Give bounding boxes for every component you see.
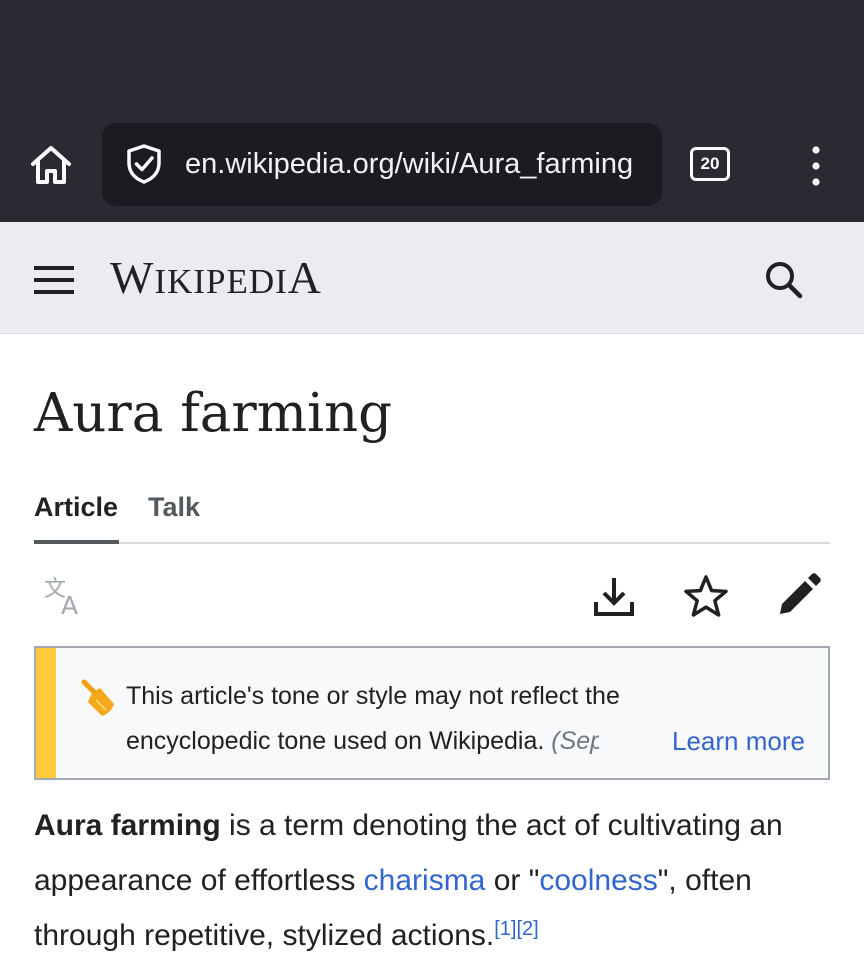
lead-paragraph: Aura farming is a term denoting the act … xyxy=(34,798,834,963)
tab-talk[interactable]: Talk xyxy=(148,490,200,524)
tone-notice: This article's tone or style may not ref… xyxy=(34,646,830,780)
shield-check-icon[interactable] xyxy=(122,142,166,186)
reference-2[interactable]: [2] xyxy=(517,918,539,940)
overflow-menu-button[interactable] xyxy=(796,140,836,192)
lead-term: Aura farming xyxy=(34,809,221,842)
link-charisma[interactable]: charisma xyxy=(364,864,486,897)
learn-more-link[interactable]: Learn more xyxy=(672,719,805,764)
browser-toolbar: en.wikipedia.org/wiki/Aura_farming 20 xyxy=(0,0,864,222)
hamburger-menu-icon[interactable] xyxy=(34,264,74,296)
wikipedia-header: WIKIPEDIA xyxy=(0,222,864,334)
download-icon[interactable] xyxy=(590,572,638,620)
home-button[interactable] xyxy=(22,140,80,190)
edit-pencil-icon[interactable] xyxy=(774,572,822,620)
logo-final: A xyxy=(287,252,323,303)
notice-accent-bar xyxy=(36,648,56,778)
url-fade xyxy=(640,123,662,206)
notice-line-2: encyclopedic tone used on Wikipedia. (Se… xyxy=(126,719,686,764)
link-coolness[interactable]: coolness xyxy=(539,864,657,897)
notice-line-2-text: encyclopedic tone used on Wikipedia. xyxy=(126,727,545,755)
page-actions: 文 A xyxy=(34,570,830,622)
home-icon xyxy=(31,146,71,184)
url-text[interactable]: en.wikipedia.org/wiki/Aura_farming xyxy=(185,123,660,206)
broom-icon xyxy=(81,679,114,716)
page-title: Aura farming xyxy=(34,383,393,444)
logo-smallcaps: IKIPEDI xyxy=(154,262,288,301)
notice-line-1: This article's tone or style may not ref… xyxy=(126,682,620,710)
logo-initial: W xyxy=(110,252,155,303)
lead-text-2: or " xyxy=(485,864,540,897)
wikipedia-logo[interactable]: WIKIPEDIA xyxy=(110,252,322,308)
notice-date: (Sep xyxy=(551,727,600,755)
reference-1[interactable]: [1] xyxy=(494,918,516,940)
address-bar[interactable]: en.wikipedia.org/wiki/Aura_farming xyxy=(102,123,662,206)
tab-article-underline xyxy=(34,540,119,544)
overflow-menu-icon xyxy=(812,146,820,186)
search-icon[interactable] xyxy=(760,256,808,304)
language-icon[interactable]: 文 A xyxy=(42,574,90,618)
article-tabs: Article Talk xyxy=(34,478,830,544)
tab-article[interactable]: Article xyxy=(34,490,118,524)
notice-text: This article's tone or style may not ref… xyxy=(126,674,686,764)
star-icon[interactable] xyxy=(682,572,730,620)
tab-counter-button[interactable]: 20 xyxy=(690,147,730,181)
svg-text:A: A xyxy=(61,591,78,618)
